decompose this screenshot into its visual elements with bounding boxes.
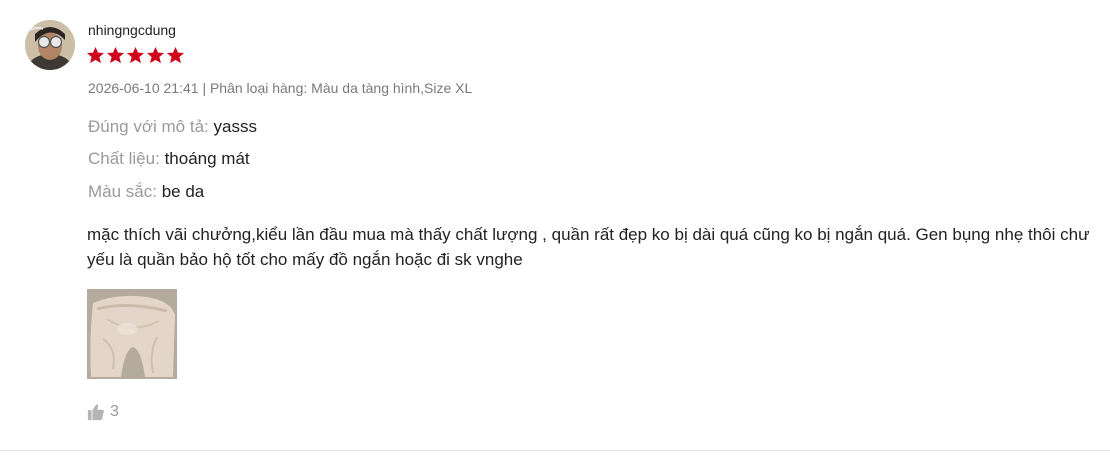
like-count: 3 — [110, 403, 119, 420]
avatar-image — [25, 20, 75, 70]
review-variation: Phân loại hàng: Màu da tàng hình,Size XL — [209, 80, 473, 96]
review-divider — [0, 450, 1110, 451]
star-icon — [146, 46, 165, 64]
meta-separator: | — [202, 80, 207, 96]
review-date: 2026-06-10 21:41 — [88, 80, 199, 96]
attribute-key: Đúng với mô tả: — [88, 117, 209, 136]
attribute-value: thoáng mát — [164, 149, 250, 168]
star-icon — [166, 46, 185, 64]
attribute-row-color: Màu sắc: be da — [88, 182, 204, 202]
attribute-key: Chất liệu: — [88, 149, 160, 168]
review-meta: 2026-06-10 21:41 | Phân loại hàng: Màu d… — [88, 80, 472, 96]
attribute-value: yasss — [213, 117, 257, 136]
star-icon — [126, 46, 145, 64]
rating-stars — [86, 46, 185, 65]
thumbs-up-icon — [87, 404, 104, 421]
review-item: nhingngcdung 2026-06-10 21:41 | Phân loạ… — [0, 0, 1110, 462]
review-content-line: mặc thích vãi chưởng,kiểu lần đầu mua mà… — [87, 225, 1090, 244]
attribute-row-description: Đúng với mô tả: yasss — [88, 117, 257, 137]
avatar[interactable] — [25, 20, 75, 70]
review-photo-image — [87, 289, 177, 379]
review-content: mặc thích vãi chưởng,kiểu lần đầu mua mà… — [87, 222, 1110, 272]
review-content-line: yếu là quần bảo hộ tốt cho mấy đồ ngắn h… — [87, 250, 523, 269]
attribute-row-material: Chất liệu: thoáng mát — [88, 149, 250, 169]
attribute-key: Màu sắc: — [88, 182, 157, 201]
star-icon — [86, 46, 105, 64]
like-button[interactable]: 3 — [87, 403, 119, 421]
reviewer-username[interactable]: nhingngcdung — [88, 22, 176, 38]
attribute-value: be da — [161, 182, 205, 201]
star-icon — [106, 46, 125, 64]
review-photo-thumbnail[interactable] — [87, 289, 177, 379]
